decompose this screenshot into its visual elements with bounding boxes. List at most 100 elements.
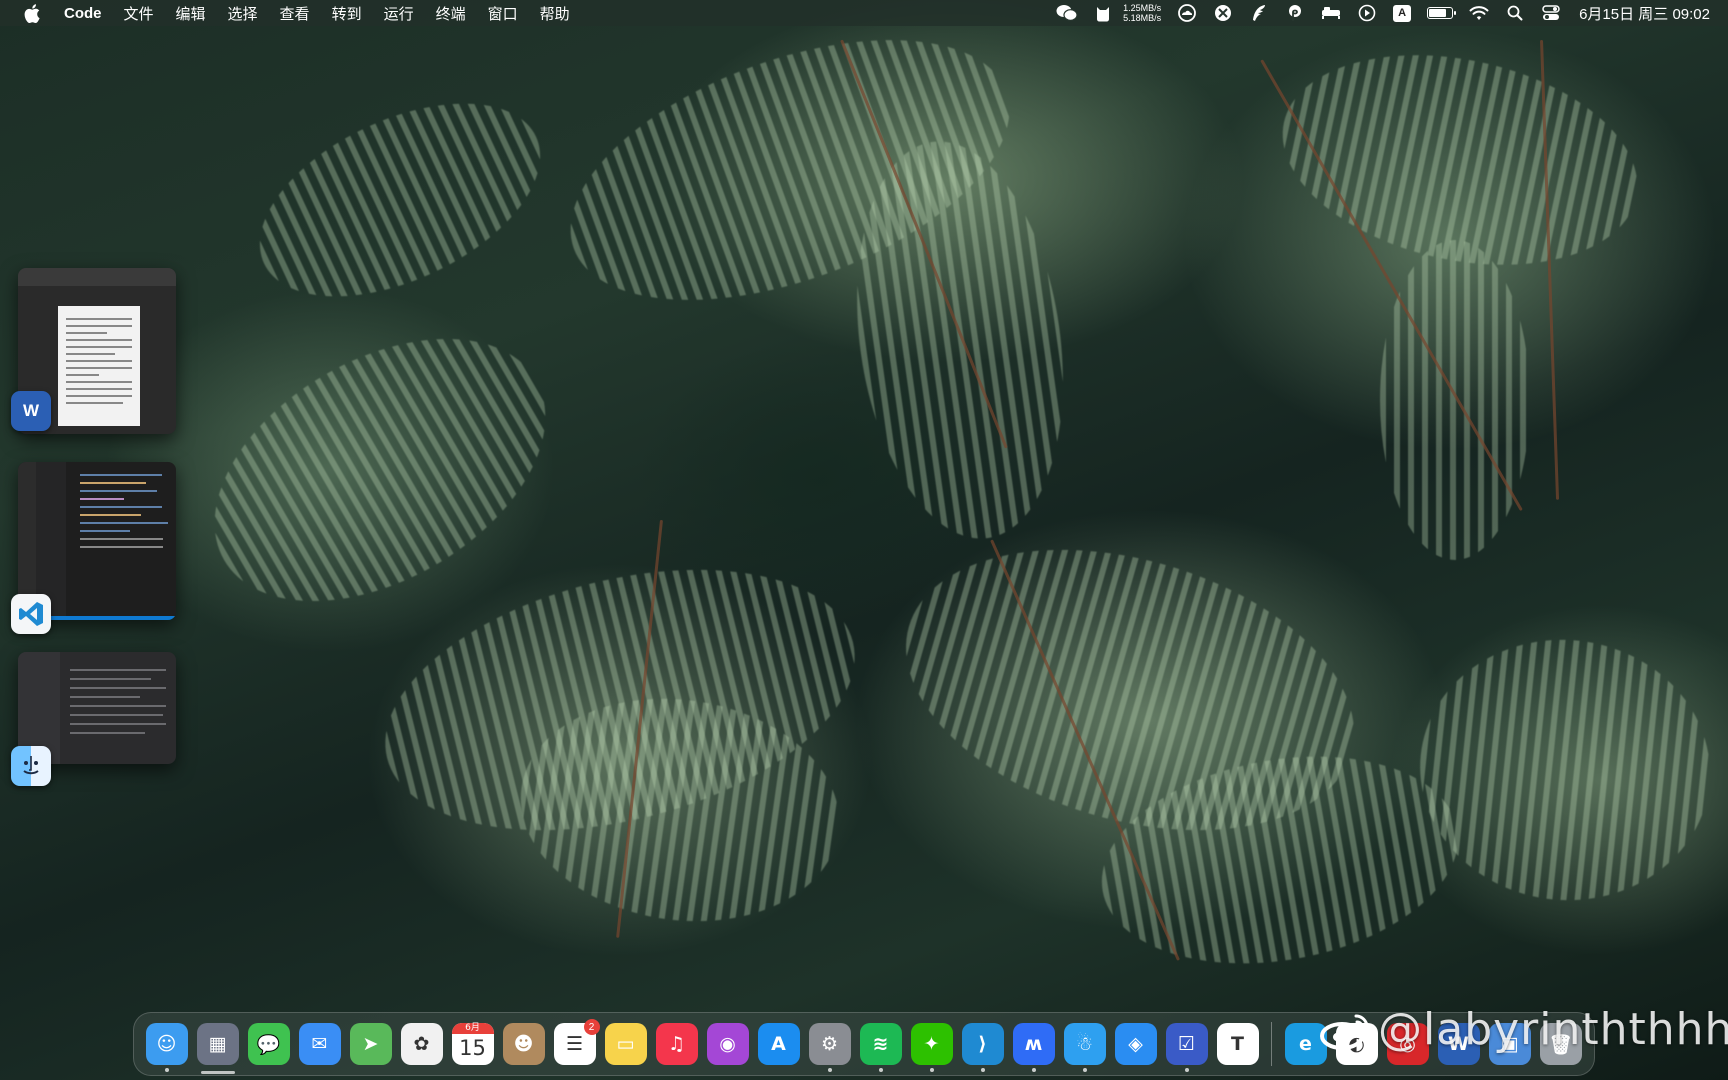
menu-edit[interactable]: 编辑 bbox=[176, 3, 206, 24]
menu-app-name[interactable]: Code bbox=[64, 5, 102, 22]
running-indicator bbox=[164, 1068, 169, 1072]
running-indicator bbox=[827, 1068, 832, 1072]
dock-item-spotify[interactable]: ≋ bbox=[859, 1023, 902, 1072]
vscode-glyph: ⟩ bbox=[978, 1033, 987, 1055]
word-icon: W bbox=[11, 391, 51, 431]
dock-item-maps[interactable]: ➤ bbox=[349, 1023, 392, 1065]
running-indicator bbox=[878, 1068, 883, 1072]
dock-item-appstore[interactable]: A bbox=[757, 1023, 800, 1065]
calendar-icon: 6月 15 bbox=[451, 1023, 494, 1065]
wechat-tray-icon[interactable] bbox=[1056, 3, 1078, 23]
dock-item-reminders[interactable]: ☰ 2 bbox=[553, 1019, 600, 1065]
podcasts-glyph: ◉ bbox=[719, 1033, 736, 1055]
music-icon: ♫ bbox=[655, 1023, 698, 1065]
dock-item-qq[interactable]: ☃ bbox=[1063, 1023, 1106, 1072]
weibo-watermark: @labyrinththhh bbox=[1320, 1004, 1728, 1055]
calendar-day: 15 bbox=[459, 1036, 486, 1060]
dock-item-mail[interactable]: ✉ bbox=[298, 1023, 341, 1065]
dock-item-lark[interactable]: ʍ bbox=[1012, 1023, 1055, 1072]
menu-selection[interactable]: 选择 bbox=[228, 3, 258, 24]
battery-icon[interactable] bbox=[1427, 7, 1457, 19]
tasks-icon: ☑ bbox=[1165, 1023, 1208, 1065]
menu-file[interactable]: 文件 bbox=[124, 3, 154, 24]
play-tray-icon[interactable] bbox=[1356, 3, 1378, 23]
dock-item-contacts[interactable]: ☻ bbox=[502, 1023, 545, 1065]
reminders-glyph: ☰ bbox=[565, 1033, 584, 1055]
dock-item-wechat[interactable]: ✦ bbox=[910, 1023, 953, 1072]
calendar-month: 6月 bbox=[451, 1023, 494, 1034]
safari-icon: ◈ bbox=[1114, 1023, 1157, 1065]
wechat-glyph: ✦ bbox=[923, 1033, 940, 1055]
finder-icon: ☺ bbox=[145, 1023, 188, 1065]
cat-tray-icon[interactable] bbox=[1092, 3, 1114, 23]
wifi-icon[interactable] bbox=[1468, 3, 1490, 23]
menu-help[interactable]: 帮助 bbox=[540, 3, 570, 24]
dock-separator bbox=[1271, 1022, 1272, 1066]
dock-item-music[interactable]: ♫ bbox=[655, 1023, 698, 1065]
photos-icon: ✿ bbox=[400, 1023, 443, 1065]
word-document-preview bbox=[58, 306, 140, 426]
dock-item-safari[interactable]: ◈ bbox=[1114, 1023, 1157, 1065]
launchpad-icon: ▦ bbox=[196, 1023, 239, 1065]
p-tray-icon[interactable] bbox=[1284, 3, 1306, 23]
apple-menu-icon[interactable] bbox=[22, 3, 42, 23]
control-center-icon[interactable] bbox=[1540, 3, 1562, 23]
weibo-logo-icon bbox=[1320, 1010, 1372, 1050]
qq-icon: ☃ bbox=[1063, 1023, 1106, 1065]
notes-glyph: ▭ bbox=[616, 1033, 635, 1055]
menu-window[interactable]: 窗口 bbox=[488, 3, 518, 24]
cloud-tray-icon[interactable] bbox=[1176, 3, 1198, 23]
contacts-icon: ☻ bbox=[502, 1023, 545, 1065]
input-source-indicator[interactable]: A bbox=[1393, 4, 1412, 22]
clash-tray-icon[interactable] bbox=[1212, 3, 1234, 23]
podcasts-icon: ◉ bbox=[706, 1023, 749, 1065]
sleep-tray-icon[interactable] bbox=[1320, 3, 1342, 23]
desktop-wallpaper bbox=[0, 0, 1728, 1080]
dock-item-finder[interactable]: ☺ bbox=[145, 1023, 188, 1072]
dock-item-notes[interactable]: ▭ bbox=[604, 1023, 647, 1065]
dock-item-launchpad[interactable]: ▦ bbox=[196, 1023, 239, 1074]
dock-item-settings[interactable]: ⚙ bbox=[808, 1023, 851, 1072]
watermark-handle: @labyrinththhh bbox=[1378, 1004, 1728, 1055]
vscode-icon bbox=[11, 594, 51, 634]
settings-icon: ⚙ bbox=[808, 1023, 851, 1065]
wechat-icon: ✦ bbox=[910, 1023, 953, 1065]
menu-run[interactable]: 运行 bbox=[384, 3, 414, 24]
net-upload-speed: 1.25MB/s bbox=[1123, 3, 1162, 13]
feather-tray-icon[interactable] bbox=[1248, 3, 1270, 23]
music-glyph: ♫ bbox=[667, 1033, 686, 1055]
mail-glyph: ✉ bbox=[311, 1033, 328, 1055]
finder-glyph: ☺ bbox=[156, 1033, 177, 1055]
menu-go[interactable]: 转到 bbox=[332, 3, 362, 24]
menu-view[interactable]: 查看 bbox=[280, 3, 310, 24]
dock-item-typora[interactable]: T bbox=[1216, 1023, 1259, 1065]
finder-icon bbox=[11, 746, 51, 786]
spotify-icon: ≋ bbox=[859, 1023, 902, 1065]
launchpad-glyph: ▦ bbox=[208, 1033, 227, 1055]
spotify-glyph: ≋ bbox=[872, 1033, 889, 1055]
notification-badge: 2 bbox=[583, 1019, 600, 1035]
appstore-glyph: A bbox=[771, 1033, 786, 1055]
lark-icon: ʍ bbox=[1012, 1023, 1055, 1065]
dock-item-tasks[interactable]: ☑ bbox=[1165, 1023, 1208, 1072]
typora-icon: T bbox=[1216, 1023, 1259, 1065]
messages-icon: 💬 bbox=[247, 1023, 290, 1065]
menu-clock[interactable]: 6月15日 周三 09:02 bbox=[1579, 3, 1710, 24]
notes-icon: ▭ bbox=[604, 1023, 647, 1065]
qq-glyph: ☃ bbox=[1075, 1033, 1094, 1055]
spotlight-search-icon[interactable] bbox=[1504, 3, 1526, 23]
dock-item-messages[interactable]: 💬 bbox=[247, 1023, 290, 1065]
dock-item-podcasts[interactable]: ◉ bbox=[706, 1023, 749, 1065]
menu-terminal[interactable]: 终端 bbox=[436, 3, 466, 24]
dock-item-vscode[interactable]: ⟩ bbox=[961, 1023, 1004, 1072]
dock-item-photos[interactable]: ✿ bbox=[400, 1023, 443, 1065]
running-indicator bbox=[980, 1068, 985, 1072]
network-speed-monitor[interactable]: 1.25MB/s 5.18MB/s bbox=[1123, 3, 1161, 23]
settings-glyph: ⚙ bbox=[820, 1033, 839, 1055]
lark-glyph: ʍ bbox=[1024, 1033, 1043, 1055]
running-indicator bbox=[929, 1068, 934, 1072]
running-indicator bbox=[1184, 1068, 1189, 1072]
safari-glyph: ◈ bbox=[1128, 1033, 1143, 1055]
dock-item-calendar[interactable]: 6月 15 bbox=[451, 1023, 494, 1065]
edge-glyph: e bbox=[1299, 1033, 1312, 1055]
